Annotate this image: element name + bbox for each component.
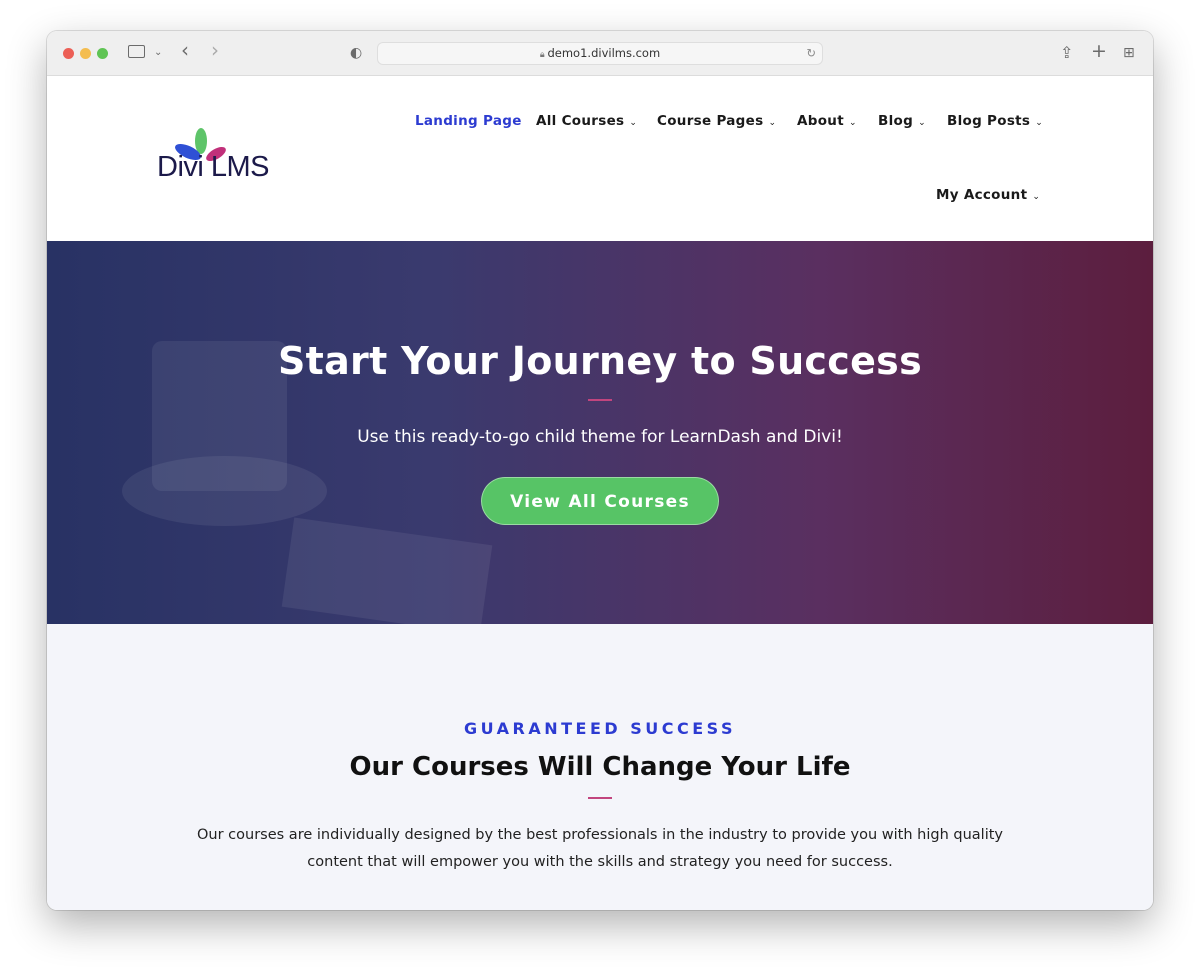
nav-label: Course Pages: [657, 113, 764, 129]
hero-background-saucer: [122, 456, 327, 526]
chevron-down-icon: ⌄: [1032, 192, 1041, 202]
nav-course-pages[interactable]: Course Pages ⌄: [657, 113, 776, 129]
hero-divider: [588, 399, 612, 401]
back-icon[interactable]: ‹: [181, 40, 189, 60]
section-eyebrow: GUARANTEED SUCCESS: [464, 719, 736, 738]
section-body: Our courses are individually designed by…: [197, 827, 1003, 870]
browser-toolbar: ⌄ ‹ › ◐ 🔒︎ demo1.divilms.com ↻ ⇪ + ⊞: [47, 31, 1153, 76]
chevron-down-icon: ⌄: [629, 118, 638, 128]
nav-label: Landing Page: [415, 113, 522, 129]
reload-icon[interactable]: ↻: [806, 43, 816, 64]
chevron-down-icon: ⌄: [918, 118, 926, 128]
section-divider: [588, 797, 612, 799]
chevron-down-icon: ⌄: [1035, 118, 1044, 128]
hero-subtitle: Use this ready-to-go child theme for Lea…: [357, 427, 843, 447]
chevron-down-icon: ⌄: [848, 118, 857, 128]
nav-my-account[interactable]: My Account ⌄: [936, 187, 1040, 203]
minimize-window-button[interactable]: [80, 48, 91, 59]
maximize-window-button[interactable]: [97, 48, 108, 59]
nav-about[interactable]: About ⌄: [797, 113, 857, 129]
browser-window: ⌄ ‹ › ◐ 🔒︎ demo1.divilms.com ↻ ⇪ + ⊞ Div…: [47, 31, 1153, 910]
hero-section: Start Your Journey to Success Use this r…: [47, 241, 1153, 624]
logo-text: Divi LMS: [157, 151, 270, 183]
nav-label: Blog: [878, 113, 914, 129]
nav-all-courses[interactable]: All Courses ⌄: [536, 113, 637, 129]
close-window-button[interactable]: [63, 48, 74, 59]
hero-background-notebook: [281, 517, 493, 624]
site-header: Divi LMS Landing Page All Courses ⌄ Cours…: [47, 76, 1153, 241]
sidebar-toggle-icon[interactable]: [128, 45, 145, 58]
nav-blog[interactable]: Blog ⌄: [878, 113, 926, 129]
tab-overview-icon[interactable]: ⊞: [1123, 43, 1135, 63]
nav-label: About: [797, 113, 844, 129]
nav-blog-posts[interactable]: Blog Posts ⌄: [947, 113, 1043, 129]
nav-label: My Account: [936, 187, 1028, 203]
nav-label: Blog Posts: [947, 113, 1031, 129]
url-text: demo1.divilms.com: [547, 46, 661, 60]
hero-title: Start Your Journey to Success: [277, 339, 922, 383]
chevron-down-icon: ⌄: [768, 118, 777, 128]
section-title: Our Courses Will Change Your Life: [349, 752, 851, 782]
view-all-courses-button[interactable]: View All Courses: [481, 477, 719, 525]
share-icon[interactable]: ⇪: [1060, 43, 1073, 63]
shield-icon[interactable]: ◐: [350, 43, 362, 63]
new-tab-icon[interactable]: +: [1091, 41, 1107, 61]
intro-section: GUARANTEED SUCCESS Our Courses Will Chan…: [47, 624, 1153, 910]
forward-icon[interactable]: ›: [211, 40, 219, 60]
nav-landing-page[interactable]: Landing Page: [415, 113, 522, 129]
nav-label: All Courses: [536, 113, 625, 129]
chevron-down-icon[interactable]: ⌄: [154, 43, 162, 63]
address-bar[interactable]: 🔒︎ demo1.divilms.com ↻: [377, 42, 823, 65]
